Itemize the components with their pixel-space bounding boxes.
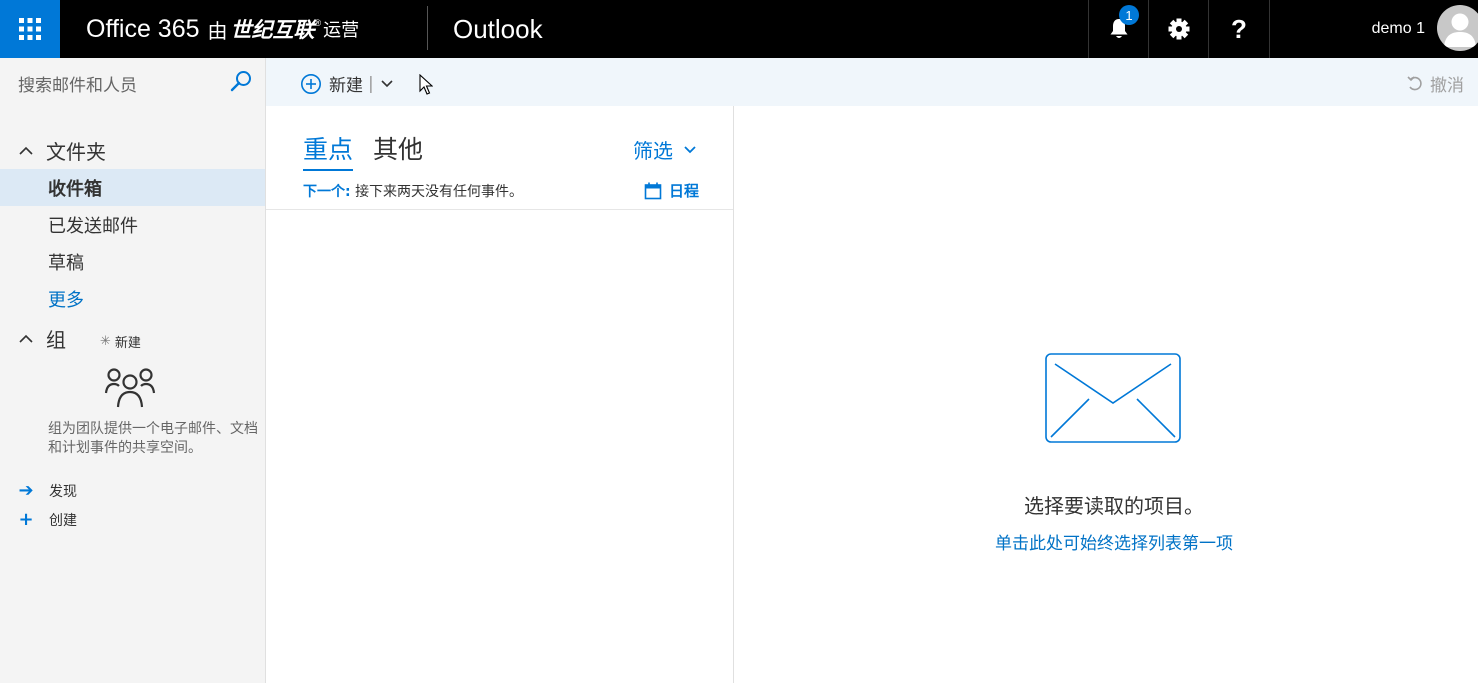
create-label: 创建 xyxy=(49,512,77,529)
tab-focused[interactable]: 重点 xyxy=(303,130,354,171)
chevron-up-icon[interactable] xyxy=(18,334,34,344)
next-event-text: 接下来两天没有任何事件。 xyxy=(355,184,524,200)
next-event-label: 下一个: xyxy=(303,184,351,200)
sparkle-icon: ✳ xyxy=(100,334,111,349)
plus-icon: + xyxy=(18,509,34,530)
groups-people-icon xyxy=(104,368,156,408)
brand-partner: 世纪互联 xyxy=(230,19,315,42)
schedule-button[interactable]: 日程 xyxy=(644,180,699,201)
help-button[interactable]: ? xyxy=(1208,0,1270,58)
message-list-pane: 重点 其他 筛选 下一个: 接下来两天没有任何事件。 日程 xyxy=(266,106,734,683)
notifications-button[interactable]: 1 xyxy=(1088,0,1149,58)
undo-icon xyxy=(1407,75,1422,90)
tab-other[interactable]: 其他 xyxy=(373,130,423,166)
add-circle-icon xyxy=(301,73,321,94)
search-box[interactable]: 搜索邮件和人员 xyxy=(0,58,265,106)
brand-operated: 运营 xyxy=(323,20,360,40)
create-group-link[interactable]: + 创建 xyxy=(16,509,77,530)
new-group-label: 新建 xyxy=(114,336,141,351)
brand-name: Office 365 xyxy=(86,14,200,43)
app-name[interactable]: Outlook xyxy=(453,0,543,58)
list-divider xyxy=(266,209,733,210)
filter-label: 筛选 xyxy=(633,139,673,163)
app-launcher-button[interactable] xyxy=(0,0,60,58)
gear-icon xyxy=(1168,18,1190,40)
schedule-label: 日程 xyxy=(669,182,700,200)
folder-inbox[interactable]: 收件箱 xyxy=(0,169,265,206)
waffle-icon xyxy=(19,18,41,40)
avatar[interactable] xyxy=(1437,5,1478,51)
new-message-label: 新建 xyxy=(329,76,363,96)
undo-label: 撤消 xyxy=(1430,76,1464,96)
envelope-icon xyxy=(1045,353,1181,443)
brand-by: 由 xyxy=(207,20,228,43)
groups-description: 组为团队提供一个电子邮件、文档和计划事件的共享空间。 xyxy=(48,421,258,456)
empty-reading-message: 选择要读取的项目。 xyxy=(1024,494,1204,518)
discover-groups-link[interactable]: ➔ 发现 xyxy=(16,480,77,501)
chevron-up-icon[interactable] xyxy=(18,146,34,156)
undo-button[interactable]: 撤消 xyxy=(1406,71,1464,96)
calendar-icon xyxy=(644,182,662,199)
discover-label: 发现 xyxy=(49,483,77,500)
person-icon xyxy=(1444,13,1476,47)
groups-header-label: 组 xyxy=(46,328,66,352)
search-input[interactable]: 搜索邮件和人员 xyxy=(18,71,137,96)
folder-drafts[interactable]: 草稿 xyxy=(0,243,265,280)
new-message-button[interactable]: 新建 | xyxy=(300,71,394,96)
next-event-line: 下一个: 接下来两天没有任何事件。 xyxy=(303,181,523,201)
topbar-divider xyxy=(427,6,428,50)
folder-sent[interactable]: 已发送邮件 xyxy=(0,206,265,243)
chevron-down-icon[interactable] xyxy=(380,79,394,89)
settings-button[interactable] xyxy=(1148,0,1209,58)
left-nav-pane: 搜索邮件和人员 文件夹 收件箱 已发送邮件 草稿 更多 组 ✳ 新建 组为团队提… xyxy=(0,58,266,683)
arrow-right-icon: ➔ xyxy=(18,480,34,501)
brand-logo[interactable]: Office 365 由 世纪互联 ® 运营 xyxy=(86,0,359,58)
brand-reg: ® xyxy=(314,18,322,28)
user-name[interactable]: demo 1 xyxy=(1372,0,1425,58)
command-bar: 新建 | 撤消 xyxy=(266,58,1478,106)
filter-dropdown[interactable]: 筛选 xyxy=(633,135,697,164)
mouse-cursor-icon xyxy=(419,74,433,95)
chevron-down-icon xyxy=(684,145,696,153)
new-group-button[interactable]: ✳ 新建 xyxy=(100,332,141,351)
folders-header[interactable]: 文件夹 xyxy=(18,136,106,165)
reading-pane: 选择要读取的项目。 单击此处可始终选择列表第一项 xyxy=(734,106,1478,683)
groups-header[interactable]: 组 xyxy=(18,324,66,353)
always-select-first-link[interactable]: 单击此处可始终选择列表第一项 xyxy=(734,529,1478,554)
folders-header-label: 文件夹 xyxy=(46,140,106,164)
folders-more-link[interactable]: 更多 xyxy=(0,280,265,317)
search-icon[interactable] xyxy=(230,70,252,92)
split-divider: | xyxy=(368,73,374,94)
top-bar: Office 365 由 世纪互联 ® 运营 Outlook 1 ? demo … xyxy=(0,0,1478,58)
notification-count-badge: 1 xyxy=(1119,5,1139,25)
